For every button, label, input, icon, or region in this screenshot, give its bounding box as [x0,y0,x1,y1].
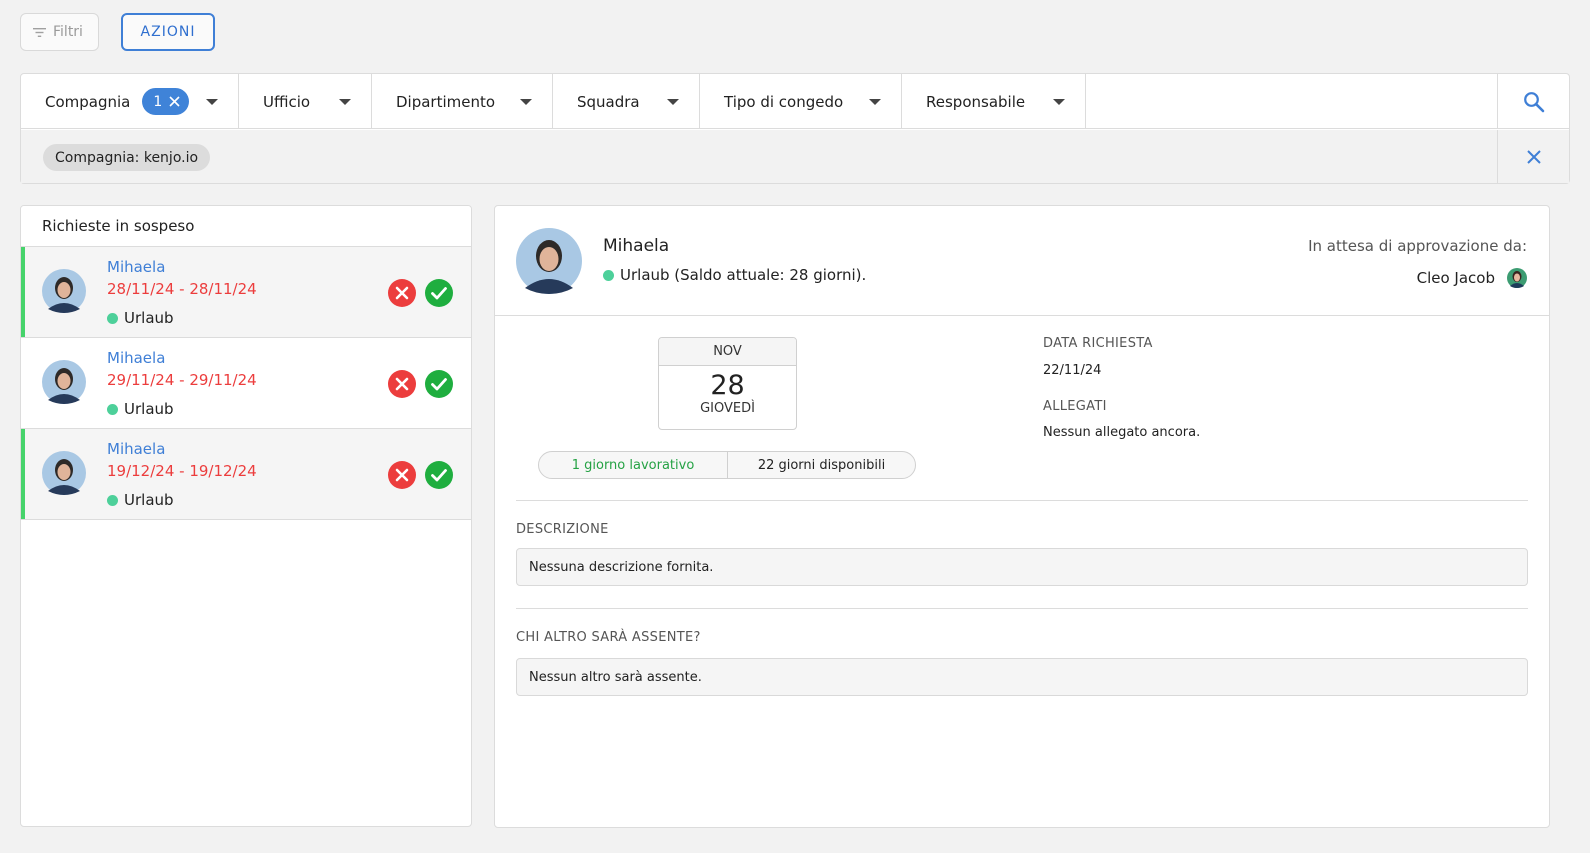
description-label: DESCRIZIONE [516,522,609,537]
request-item[interactable]: Mihaela 28/11/24 - 28/11/24 Urlaub [21,247,471,338]
avatar [516,228,582,294]
chevron-down-icon [206,98,218,105]
chevron-down-icon [1053,98,1065,105]
team-filter-label: Squadra [577,92,640,111]
days-summary: 1 giorno lavorativo 22 giorni disponibil… [538,451,916,479]
chevron-down-icon [339,98,351,105]
request-leave-type: Urlaub [107,309,174,327]
calendar-weekday: GIOVEDÌ [700,401,755,416]
request-dates: 19/12/24 - 19/12/24 [107,462,257,480]
pending-requests-title: Richieste in sospeso [21,206,471,247]
filter-panel: Compagnia 1 Ufficio Dipartimento Squadra… [20,73,1570,184]
request-detail-panel: Mihaela Urlaub (Saldo attuale: 28 giorni… [494,205,1550,828]
request-dates: 29/11/24 - 29/11/24 [107,371,257,389]
department-filter-label: Dipartimento [396,92,496,111]
awaiting-approval-label: In attesa di approvazione da: [1308,237,1527,255]
clear-filters-button[interactable] [1497,130,1569,183]
actions-button-label: AZIONI [140,24,196,40]
divider [516,500,1528,501]
calendar-day: 28 [710,370,745,401]
reject-icon[interactable] [388,279,416,307]
request-leave-type-label: Urlaub [124,309,174,327]
team-filter-dropdown[interactable]: Squadra [553,74,700,129]
close-icon [1526,149,1541,164]
reject-icon[interactable] [388,461,416,489]
attachments-value: Nessun allegato ancora. [1043,425,1201,440]
active-filter-chip-label: Compagnia: kenjo.io [55,149,199,166]
active-filter-chip[interactable]: Compagnia: kenjo.io [43,144,211,171]
calendar-month: NOV [659,338,796,366]
approver-name: Cleo Jacob [1416,269,1495,287]
approver: Cleo Jacob [1417,268,1527,288]
clear-company-icon[interactable] [169,96,180,107]
attachments-label: ALLEGATI [1043,399,1107,414]
leave-type-filter-label: Tipo di congedo [724,92,844,111]
leave-date-calendar: NOV 28 GIOVEDÌ [658,337,797,430]
chevron-down-icon [520,98,532,105]
leave-balance: Urlaub (Saldo attuale: 28 giorni). [603,266,866,284]
office-filter-dropdown[interactable]: Ufficio [239,74,372,129]
filters-button[interactable]: Filtri [20,13,99,51]
manager-filter-dropdown[interactable]: Responsabile [902,74,1086,129]
chevron-down-icon [869,98,881,105]
search-button[interactable] [1497,74,1569,129]
request-leave-type-label: Urlaub [124,400,174,418]
who-else-absent-value: Nessun altro sarà assente. [529,669,702,685]
leave-balance-text: Urlaub (Saldo attuale: 28 giorni). [620,266,867,284]
avatar [42,360,86,404]
filter-dropdown-row: Compagnia 1 Ufficio Dipartimento Squadra… [21,74,1569,129]
avatar [1507,268,1527,288]
search-icon [1523,91,1544,112]
leave-type-dot-icon [107,312,118,324]
request-dates: 28/11/24 - 28/11/24 [107,280,257,298]
leave-type-dot-icon [107,403,118,415]
request-employee-name[interactable]: Mihaela [107,349,165,367]
request-date-value: 22/11/24 [1043,363,1102,378]
who-else-absent-label: CHI ALTRO SARÀ ASSENTE? [516,630,701,645]
company-count-value: 1 [153,93,163,110]
request-item[interactable]: Mihaela 19/12/24 - 19/12/24 Urlaub [21,429,471,520]
employee-name: Mihaela [603,236,670,256]
avatar [42,269,86,313]
company-filter-dropdown[interactable]: Compagnia 1 [21,74,239,129]
request-date-label: DATA RICHIESTA [1043,336,1153,351]
active-filters-row: Compagnia: kenjo.io [21,130,1569,183]
available-days: 22 giorni disponibili [757,457,886,473]
approve-icon[interactable] [425,461,453,489]
request-leave-type: Urlaub [107,400,174,418]
request-employee-name[interactable]: Mihaela [107,258,165,276]
filter-icon [33,27,46,37]
request-detail-header: Mihaela Urlaub (Saldo attuale: 28 giorni… [495,206,1549,316]
working-days: 1 giorno lavorativo [539,452,728,478]
description-box: Nessuna descrizione fornita. [516,548,1528,586]
actions-button[interactable]: AZIONI [121,13,215,51]
request-leave-type: Urlaub [107,491,174,509]
request-employee-name[interactable]: Mihaela [107,440,165,458]
approve-icon[interactable] [425,279,453,307]
leave-type-dot-icon [603,269,614,281]
leave-type-dot-icon [107,494,118,506]
avatar [42,451,86,495]
company-filter-label: Compagnia [45,92,131,111]
chevron-down-icon [667,98,679,105]
request-item[interactable]: Mihaela 29/11/24 - 29/11/24 Urlaub [21,338,471,429]
company-count-badge[interactable]: 1 [142,88,190,115]
reject-icon[interactable] [388,370,416,398]
manager-filter-label: Responsabile [926,92,1026,111]
leave-type-filter-dropdown[interactable]: Tipo di congedo [700,74,902,129]
department-filter-dropdown[interactable]: Dipartimento [372,74,553,129]
office-filter-label: Ufficio [263,92,311,111]
filters-button-label: Filtri [53,24,83,40]
description-value: Nessuna descrizione fornita. [529,559,714,575]
pending-requests-panel: Richieste in sospeso Mihaela 28/11/24 - … [20,205,472,827]
request-leave-type-label: Urlaub [124,491,174,509]
who-else-absent-box: Nessun altro sarà assente. [516,658,1528,696]
approve-icon[interactable] [425,370,453,398]
divider [516,608,1528,609]
